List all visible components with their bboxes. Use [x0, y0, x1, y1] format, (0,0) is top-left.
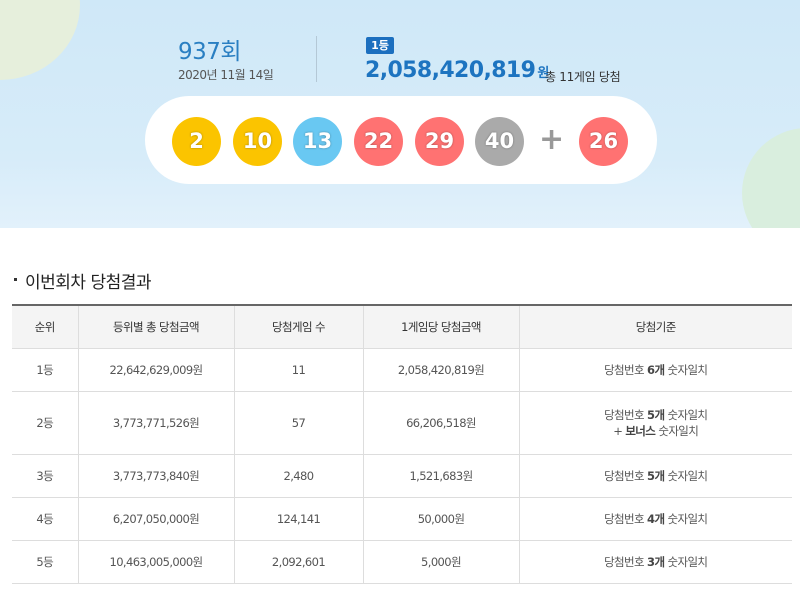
criteria-cell: 당첨번호 5개 숫자일치 + 보너스 숫자일치: [518, 390, 792, 455]
prize-per-game-cell: 1,521,683원: [362, 453, 520, 498]
winning-ball-5: 29: [415, 117, 464, 166]
table-row: 5등 10,463,005,000원 2,092,601 5,000원 당첨번호 3개 …: [12, 539, 792, 584]
table-row: 4등 6,207,050,000원 124,141 50,000원 당첨번호 4개 숫자…: [12, 496, 792, 541]
prize-per-game-cell: 50,000원: [362, 496, 520, 541]
prize-per-game-cell: 5,000원: [362, 539, 520, 584]
divider: [316, 36, 317, 82]
first-prize-badge: 1등: [366, 37, 394, 54]
column-header-rank: 순위: [12, 304, 79, 349]
column-header-total-prize: 등위별 총 당첨금액: [77, 304, 235, 349]
winning-ball-1: 2: [172, 117, 221, 166]
section-title: 이번회차 당첨결과: [14, 268, 152, 293]
round-number: 937회: [178, 39, 242, 65]
winner-count: 총 11게임 당첨: [545, 70, 621, 84]
criteria-cell: 당첨번호 3개 숫자일치: [518, 539, 792, 584]
winning-ball-6: 40: [475, 117, 524, 166]
winning-games-cell: 57: [233, 390, 364, 455]
draw-result-banner: 937회 2020년 11월 14일 1등 2,058,420,819 원 총 1…: [0, 0, 800, 228]
prize-results-table: 순위 등위별 총 당첨금액 당첨게임 수 1게임당 당첨금액 당첨기준 1등 22…: [12, 304, 792, 584]
prize-per-game-cell: 2,058,420,819원: [362, 347, 520, 392]
total-prize-cell: 3,773,771,526원: [77, 390, 235, 455]
total-prize-cell: 6,207,050,000원: [77, 496, 235, 541]
winning-games-cell: 11: [233, 347, 364, 392]
first-prize-amount: 2,058,420,819 원: [365, 58, 549, 83]
prize-per-game-cell: 66,206,518원: [362, 390, 520, 455]
rank-cell: 1등: [12, 347, 79, 392]
total-prize-cell: 3,773,773,840원: [77, 453, 235, 498]
criteria-cell: 당첨번호 5개 숫자일치: [518, 453, 792, 498]
column-header-winning-games: 당첨게임 수: [233, 304, 364, 349]
criteria-cell: 당첨번호 4개 숫자일치: [518, 496, 792, 541]
rank-cell: 5등: [12, 539, 79, 584]
table-row: 2등 3,773,771,526원 57 66,206,518원 당첨번호 5개 숫자일…: [12, 390, 792, 455]
column-header-prize-per-game: 1게임당 당첨금액: [362, 304, 520, 349]
rank-cell: 3등: [12, 453, 79, 498]
rank-cell: 2등: [12, 390, 79, 455]
total-prize-cell: 10,463,005,000원: [77, 539, 235, 584]
winning-ball-3: 13: [293, 117, 342, 166]
criteria-cell: 당첨번호 6개 숫자일치: [518, 347, 792, 392]
winning-games-cell: 2,092,601: [233, 539, 364, 584]
winning-ball-4: 22: [354, 117, 403, 166]
column-header-criteria: 당첨기준: [518, 304, 792, 349]
bonus-ball: 26: [579, 117, 628, 166]
table-row: 3등 3,773,773,840원 2,480 1,521,683원 당첨번호 5개 숫…: [12, 453, 792, 498]
rank-cell: 4등: [12, 496, 79, 541]
decorative-circle: [0, 0, 80, 80]
winning-ball-2: 10: [233, 117, 282, 166]
winning-games-cell: 124,141: [233, 496, 364, 541]
table-row: 1등 22,642,629,009원 11 2,058,420,819원 당첨번호 6개…: [12, 347, 792, 392]
total-prize-cell: 22,642,629,009원: [77, 347, 235, 392]
decorative-circle: [742, 128, 800, 228]
winning-games-cell: 2,480: [233, 453, 364, 498]
table-header-row: 순위 등위별 총 당첨금액 당첨게임 수 1게임당 당첨금액 당첨기준: [12, 304, 792, 349]
draw-date: 2020년 11월 14일: [178, 68, 274, 82]
plus-icon: +: [539, 122, 565, 157]
